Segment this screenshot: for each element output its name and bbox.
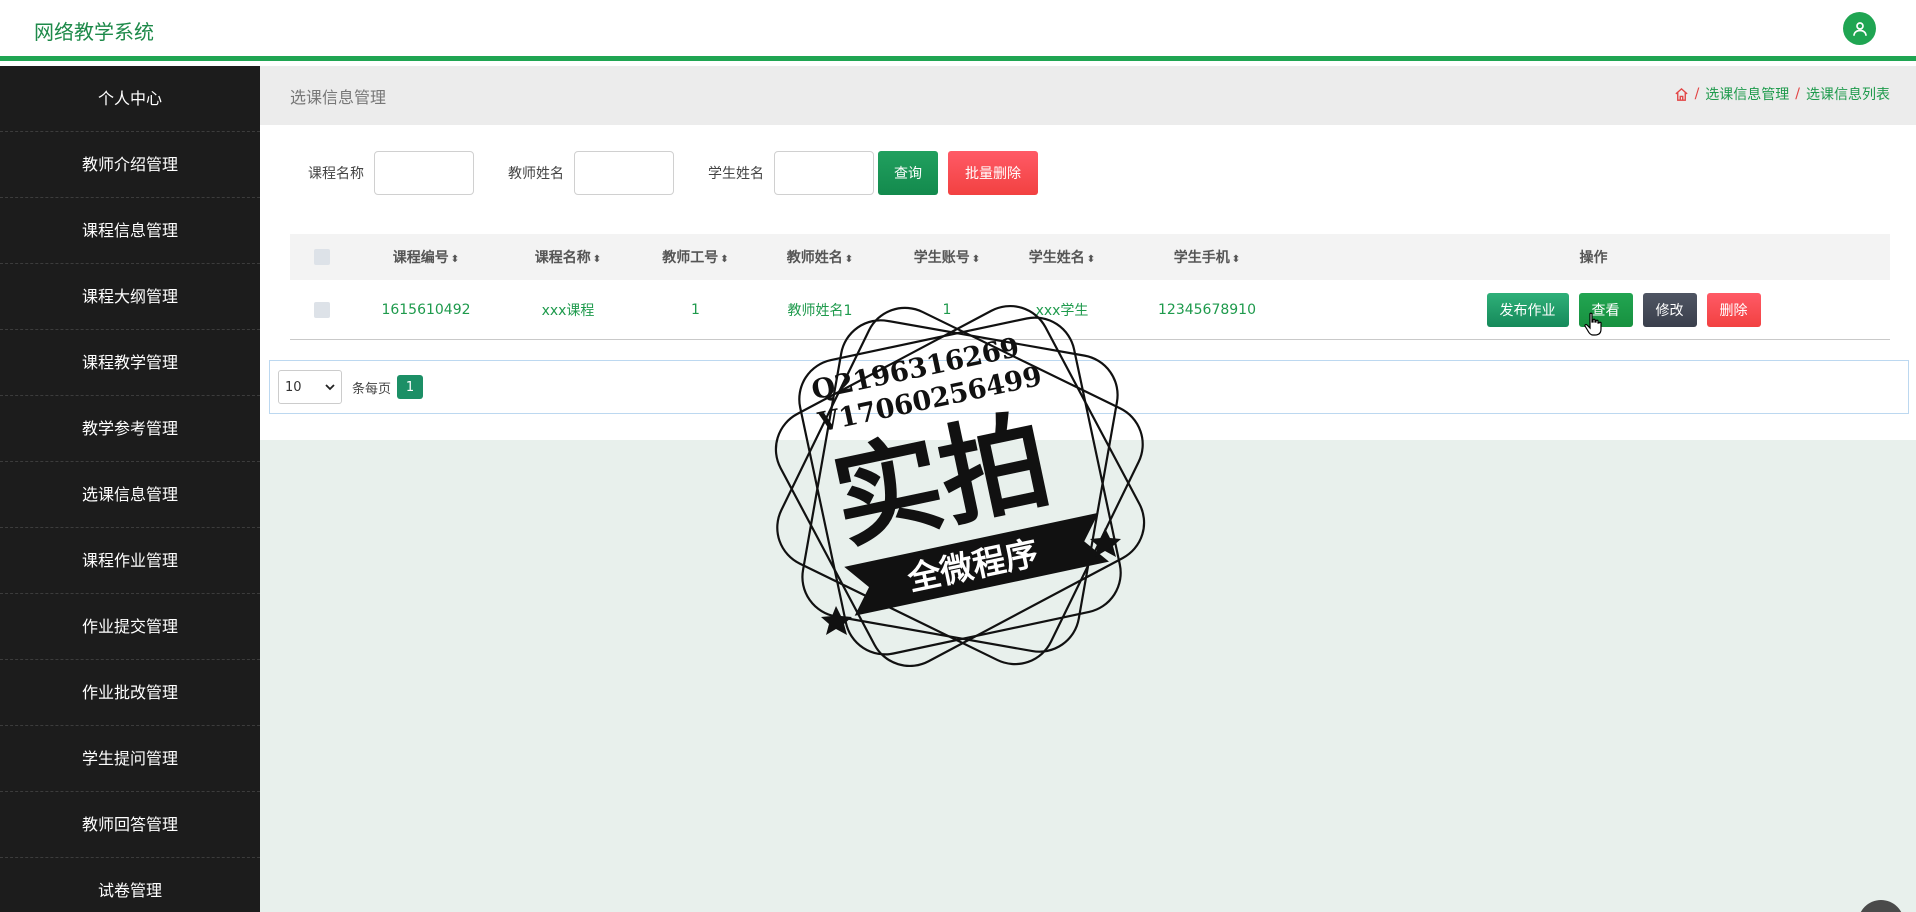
column-header-teacher-id[interactable]: 教师工号 ⬍ (638, 247, 753, 267)
teacher-name-input[interactable] (574, 151, 674, 195)
sort-icon: ⬍ (592, 254, 602, 265)
per-page-label: 条每页 (352, 381, 392, 397)
column-header-student-name[interactable]: 学生姓名 ⬍ (1007, 247, 1117, 267)
page-title: 选课信息管理 (290, 88, 387, 107)
breadcrumb-item-list: 选课信息列表 (1806, 87, 1890, 103)
sort-icon: ⬍ (971, 254, 981, 265)
breadcrumb: / 选课信息管理 / 选课信息列表 (1674, 84, 1890, 104)
main-content: 选课信息管理 / 选课信息管理 / 选课信息列表 课程名称 教师姓名 学生姓名 … (260, 66, 1916, 912)
breadcrumb-separator: / (1795, 86, 1800, 102)
column-header-student-phone[interactable]: 学生手机 ⬍ (1117, 247, 1297, 267)
column-header-course-name[interactable]: 课程名称 ⬍ (498, 247, 638, 267)
breadcrumb-separator: / (1694, 86, 1700, 102)
cell-course-no: 1615610492 (381, 301, 471, 318)
sidebar-item-student-questions[interactable]: 学生提问管理 (0, 726, 260, 792)
cell-student-phone: 12345678910 (1158, 301, 1256, 318)
breadcrumb-item-enrollment[interactable]: 选课信息管理 (1705, 84, 1789, 104)
sidebar-item-homework-submit[interactable]: 作业提交管理 (0, 594, 260, 660)
sidebar-item-course-info[interactable]: 课程信息管理 (0, 198, 260, 264)
table-row: 1615610492 xxx课程 1 教师姓名1 1 xxx学生 1234567… (290, 280, 1890, 340)
table-header: 课程编号 ⬍ 课程名称 ⬍ 教师工号 ⬍ 教师姓名 ⬍ 学生账号 ⬍ 学生姓名 ⬍ 学生手机… (290, 234, 1890, 280)
column-header-student-account[interactable]: 学生账号 ⬍ (887, 247, 1007, 267)
page-number-current[interactable]: 1 (397, 375, 424, 399)
row-checkbox[interactable] (314, 301, 330, 318)
sidebar-item-course-teaching[interactable]: 课程教学管理 (0, 330, 260, 396)
sort-icon: ⬍ (720, 254, 729, 265)
enrollment-table: 课程编号 ⬍ 课程名称 ⬍ 教师工号 ⬍ 教师姓名 ⬍ 学生账号 ⬍ 学生姓名 ⬍ 学生手机… (290, 234, 1890, 340)
app-title: 网络教学系统 (34, 20, 154, 44)
sort-icon: ⬍ (844, 254, 854, 265)
course-name-label: 课程名称 (308, 166, 364, 182)
column-header-actions: 操作 (1579, 250, 1608, 266)
sidebar-item-homework-grading[interactable]: 作业批改管理 (0, 660, 260, 726)
student-name-input[interactable] (774, 151, 874, 195)
content-panel: 课程名称 教师姓名 学生姓名 查询 批量删除 课程编号 ⬍ 课程名称 ⬍ 教师工号 ⬍… (260, 125, 1916, 440)
sort-icon: ⬍ (450, 254, 460, 265)
batch-delete-button[interactable]: 批量删除 (948, 151, 1038, 195)
cell-teacher-name: 教师姓名1 (787, 302, 853, 319)
edit-button[interactable]: 修改 (1642, 292, 1697, 327)
query-button[interactable]: 查询 (878, 151, 938, 195)
publish-homework-button[interactable]: 发布作业 (1486, 292, 1569, 327)
sidebar: 个人中心 教师介绍管理 课程信息管理 课程大纲管理 课程教学管理 教学参考管理 … (0, 66, 260, 912)
pagination: 10 条每页 1 (269, 360, 1909, 414)
delete-button[interactable]: 删除 (1706, 292, 1761, 327)
sidebar-item-enrollment[interactable]: 选课信息管理 (0, 462, 260, 528)
select-all-checkbox[interactable] (314, 249, 330, 265)
home-icon[interactable] (1674, 87, 1689, 102)
sidebar-item-exam-papers[interactable]: 试卷管理 (0, 858, 260, 912)
column-header-teacher-name[interactable]: 教师姓名 ⬍ (753, 247, 887, 267)
user-avatar[interactable] (1843, 12, 1876, 45)
sidebar-item-teacher-intro[interactable]: 教师介绍管理 (0, 132, 260, 198)
sort-icon: ⬍ (1231, 254, 1241, 265)
teacher-name-label: 教师姓名 (508, 166, 564, 182)
sidebar-item-profile[interactable]: 个人中心 (0, 66, 260, 132)
page-size-select[interactable]: 10 (278, 370, 342, 404)
sidebar-item-course-outline[interactable]: 课程大纲管理 (0, 264, 260, 330)
chevron-down-icon (325, 384, 335, 391)
search-form: 课程名称 教师姓名 学生姓名 查询 批量删除 (308, 151, 1038, 195)
course-name-input[interactable] (374, 151, 474, 195)
user-icon (1852, 21, 1867, 36)
cell-student-account: 1 (942, 301, 952, 318)
page-header: 选课信息管理 / 选课信息管理 / 选课信息列表 (260, 66, 1916, 125)
sort-icon: ⬍ (1086, 254, 1096, 265)
sidebar-item-teacher-answers[interactable]: 教师回答管理 (0, 792, 260, 858)
cell-teacher-id: 1 (691, 301, 700, 318)
student-name-label: 学生姓名 (708, 166, 764, 182)
column-header-course-no[interactable]: 课程编号 ⬍ (354, 247, 498, 267)
hand-cursor-icon (1584, 312, 1602, 336)
top-bar: 网络教学系统 (0, 0, 1916, 61)
sidebar-item-homework[interactable]: 课程作业管理 (0, 528, 260, 594)
cell-course-name: xxx课程 (541, 302, 595, 319)
cell-student-name: xxx学生 (1035, 302, 1089, 319)
sidebar-item-teaching-reference[interactable]: 教学参考管理 (0, 396, 260, 462)
